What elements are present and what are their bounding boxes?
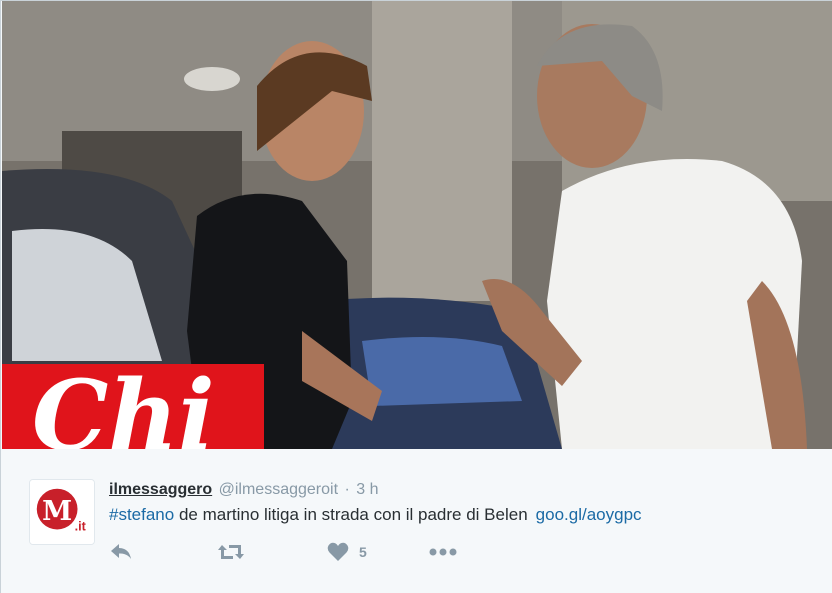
like-count: 5	[359, 544, 367, 560]
reply-button[interactable]	[109, 541, 133, 563]
chi-watermark: Chi	[32, 359, 215, 449]
tweet-photo[interactable]: Chi	[2, 1, 832, 449]
retweet-icon	[218, 545, 244, 559]
separator-dot: ·	[344, 481, 350, 498]
timestamp[interactable]: 3 h	[356, 481, 378, 498]
like-button[interactable]: 5	[327, 541, 367, 563]
user-handle[interactable]: @ilmessaggeroit	[219, 481, 338, 498]
tweet-text-body: de martino litiga in strada con il padre…	[174, 505, 528, 524]
tweet-header: ilmessaggero @ilmessaggeroit · 3 h	[109, 480, 379, 500]
reply-icon	[111, 544, 131, 559]
tweet-text: #stefano de martino litiga in strada con…	[109, 504, 642, 526]
avatar[interactable]: M .it	[29, 479, 95, 545]
tweet-body: M .it ilmessaggero @ilmessaggeroit · 3 h…	[1, 449, 832, 593]
more-dots-icon	[429, 548, 457, 556]
tweet-card: Chi M .it ilmessaggero @ilmessaggeroit ·…	[0, 0, 832, 593]
photo-image: Chi	[2, 1, 832, 449]
avatar-suffix: .it	[75, 519, 87, 533]
more-button[interactable]	[429, 541, 457, 563]
user-name[interactable]: ilmessaggero	[109, 481, 212, 498]
hashtag-link[interactable]: #stefano	[109, 505, 174, 524]
heart-icon	[327, 542, 349, 561]
avatar-mark: M	[42, 496, 72, 527]
url-link[interactable]: goo.gl/aoygpc	[536, 505, 642, 524]
il-messaggero-logo-icon: M .it	[30, 480, 94, 544]
retweet-button[interactable]	[217, 541, 245, 563]
